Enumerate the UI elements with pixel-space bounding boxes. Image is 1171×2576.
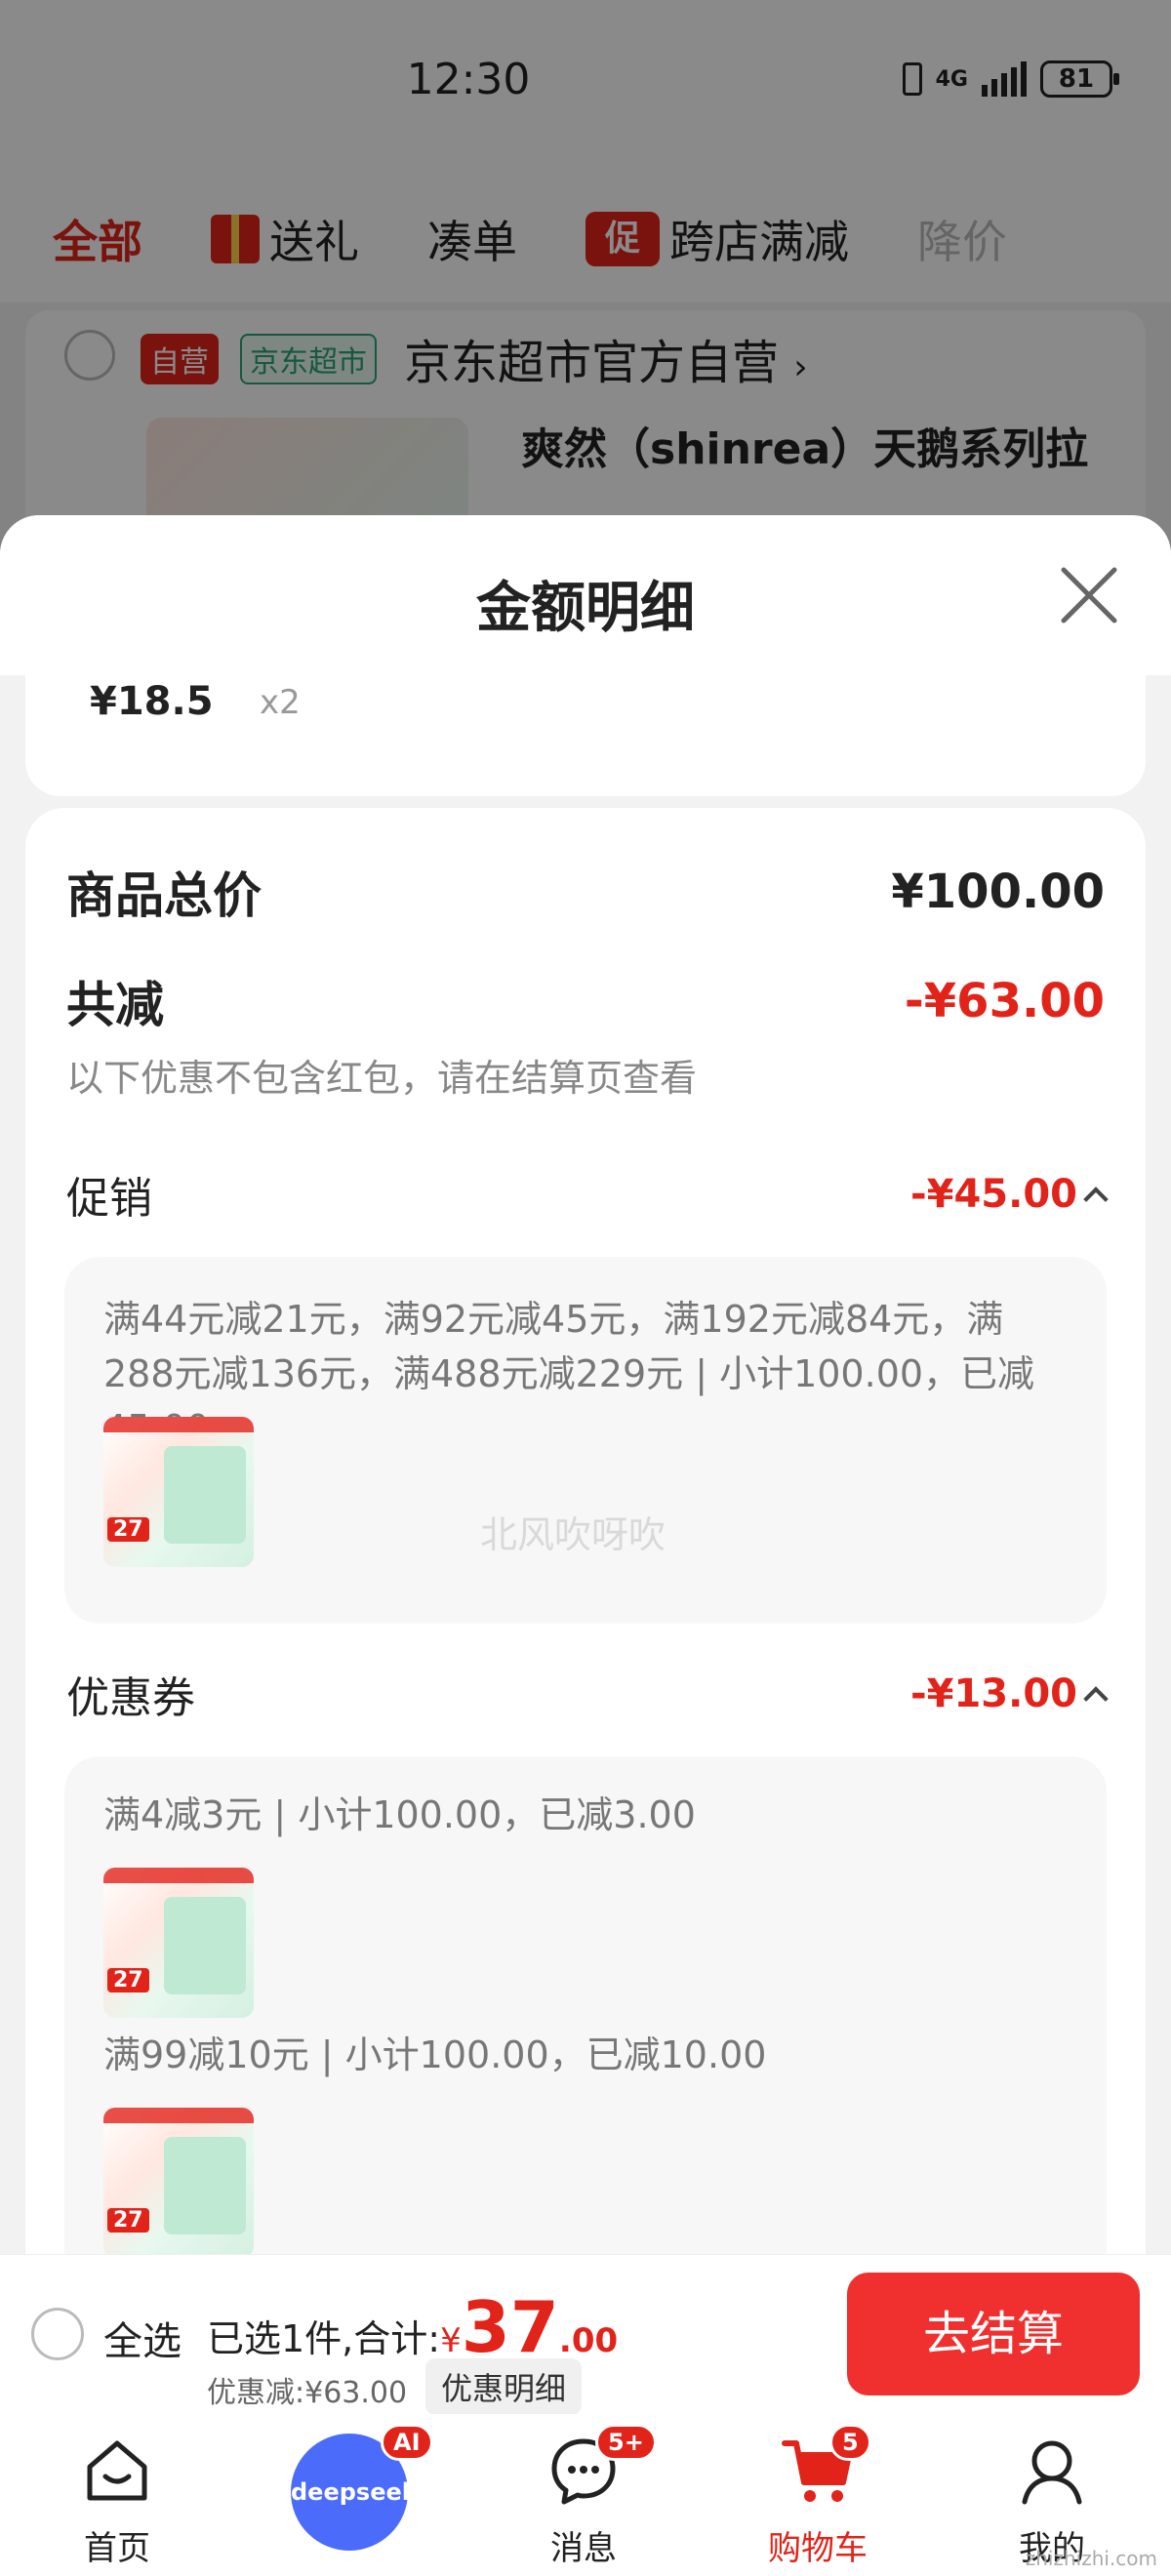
close-icon[interactable]	[1056, 562, 1122, 628]
checkout-bar: 全选 已选1件,合计: ¥ 37 .00 优惠减:¥63.00 优惠明细 去结算	[0, 2254, 1171, 2415]
total-price-label: 商品总价	[66, 867, 262, 924]
sheet-header: 金额明细	[0, 515, 1171, 675]
checkout-button[interactable]: 去结算	[847, 2273, 1140, 2395]
promotion-value: -¥45.00	[910, 1172, 1077, 1217]
nav-label-home: 首页	[84, 2529, 150, 2568]
total-reduce-row: 共减 -¥63.00	[66, 966, 1105, 1036]
sheet-title: 金额明细	[476, 577, 695, 640]
promotion-box: 满44元减21元，满92元减45元，满192元减84元，满288元减136元，满…	[64, 1257, 1107, 1624]
currency-symbol: ¥	[440, 2321, 462, 2360]
nav-item-messages[interactable]: 5+ 消息	[486, 2414, 681, 2576]
discount-summary: 优惠减:¥63.00	[207, 2376, 408, 2410]
coupon-value: -¥13.00	[910, 1671, 1077, 1716]
item-price: ¥18.5	[90, 679, 214, 724]
discount-note: 以下优惠不包含红包，请在结算页查看	[66, 1057, 698, 1100]
thumb-stripe	[103, 2108, 254, 2123]
cart-badge: 5	[829, 2424, 871, 2461]
coupon-product-thumbnail[interactable]: 27	[103, 1868, 254, 2018]
nav-item-cart[interactable]: 5 购物车	[720, 2414, 915, 2576]
total-reduce-value: -¥63.00	[904, 974, 1105, 1028]
watermark: 北风吹呀吹	[480, 1513, 666, 1556]
coupon-item-text: 满99减10元 | 小计100.00，已减10.00	[103, 2033, 767, 2076]
message-badge: 5+	[595, 2424, 657, 2461]
nav-label-cart: 购物车	[768, 2529, 868, 2568]
amount-detail-card: 商品总价 ¥100.00 共减 -¥63.00 以下优惠不包含红包，请在结算页查…	[25, 808, 1146, 2254]
chevron-up-icon	[1083, 1686, 1109, 1711]
user-icon	[1022, 2440, 1082, 2505]
select-all-label[interactable]: 全选	[103, 2310, 182, 2366]
thumb-package	[164, 1897, 246, 1994]
coupon-item-text: 满4减3元 | 小计100.00，已减3.00	[103, 1793, 696, 1836]
select-all-radio[interactable]	[31, 2308, 84, 2360]
thumb-package	[164, 1446, 246, 1544]
bottom-nav: 首页 deepseek AI 5+ 消息 5 购物车 我的 zhizhizhi.…	[0, 2414, 1171, 2576]
ai-badge: AI	[381, 2424, 433, 2461]
total-price-row: 商品总价 ¥100.00	[66, 857, 1105, 927]
coupon-label: 优惠券	[66, 1673, 195, 1723]
thumb-package	[164, 2137, 246, 2234]
thumb-stripe	[103, 1417, 254, 1432]
amount-detail-sheet: 金额明细 ¥18.5 x2 商品总价 ¥100.00 共减 -¥63.00 以下…	[0, 515, 1171, 2254]
chevron-up-icon	[1083, 1187, 1109, 1212]
total-integer: 37	[461, 2286, 559, 2368]
promotion-product-thumbnail[interactable]: 27	[103, 1417, 254, 1567]
selected-prefix: 已选1件,合计:	[207, 2317, 441, 2360]
home-icon	[87, 2440, 147, 2501]
promotion-label: 促销	[66, 1174, 152, 1224]
previous-item-card: ¥18.5 x2	[25, 675, 1146, 796]
total-price-value: ¥100.00	[891, 865, 1105, 919]
item-quantity: x2	[260, 683, 301, 722]
selected-summary: 已选1件,合计: ¥ 37 .00	[207, 2286, 619, 2368]
coupon-product-thumbnail[interactable]: 27	[103, 2108, 254, 2254]
nav-item-deepseek[interactable]: deepseek AI	[244, 2414, 439, 2576]
thumb-price-tag: 27	[107, 1517, 149, 1542]
thumb-stripe	[103, 1868, 254, 1883]
thumb-price-tag: 27	[107, 1968, 149, 1992]
thumb-price-tag: 27	[107, 2208, 149, 2233]
promotion-section-header[interactable]: 促销 -¥45.00	[66, 1163, 1109, 1226]
discount-detail-button[interactable]: 优惠明细	[425, 2358, 583, 2415]
coupon-box: 满4减3元 | 小计100.00，已减3.00 27 满99减10元 | 小计1…	[64, 1756, 1107, 2254]
corner-watermark: zhizhizhi.com	[1025, 2547, 1157, 2570]
coupon-section-header[interactable]: 优惠券 -¥13.00	[66, 1663, 1109, 1725]
total-decimal: .00	[558, 2321, 619, 2360]
nav-label-messages: 消息	[550, 2529, 617, 2568]
nav-item-home[interactable]: 首页	[20, 2414, 215, 2576]
total-reduce-label: 共减	[66, 977, 164, 1033]
